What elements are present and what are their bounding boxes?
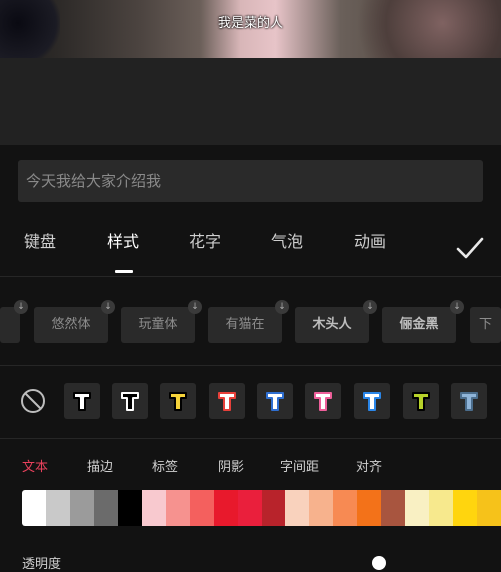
no-style-icon[interactable] [18,386,48,416]
color-swatch[interactable] [165,490,190,526]
subtab-label[interactable]: 标签 [152,456,178,475]
color-swatch[interactable] [405,490,430,526]
color-palette [22,490,501,526]
font-item[interactable]: 悠然体 [34,307,108,343]
text-t-icon [73,392,91,411]
tab-keyboard[interactable]: 键盘 [24,228,56,252]
download-icon: ↓ [363,300,377,314]
check-icon[interactable] [454,232,486,264]
tab-bubble[interactable]: 气泡 [271,228,303,252]
text-input[interactable]: 今天我给大家介绍我 [18,160,483,202]
font-item[interactable]: 木头人 [295,307,369,343]
text-style-preset[interactable] [64,383,100,419]
subtab-align[interactable]: 对齐 [356,456,382,475]
download-icon: ↓ [188,300,202,314]
text-t-icon [121,392,139,411]
color-swatch[interactable] [261,490,286,526]
video-subtitle[interactable]: 我是菜的人 [0,12,501,31]
download-icon: ↓ [101,300,115,314]
tab-fancy-text[interactable]: 花字 [189,228,221,252]
text-style-preset[interactable] [305,383,341,419]
text-style-preset[interactable] [160,383,196,419]
color-swatch[interactable] [93,490,118,526]
font-item[interactable]: 俪金黑 [382,307,456,343]
font-item[interactable]: 有猫在 [208,307,282,343]
text-t-icon [412,392,430,411]
text-t-icon [266,392,284,411]
text-t-icon [363,392,381,411]
opacity-label: 透明度 [22,557,62,572]
text-t-icon [218,392,236,411]
font-item[interactable]: 下 [470,307,501,343]
text-style-preset[interactable] [112,383,148,419]
download-icon: ↓ [450,300,464,314]
color-swatch[interactable] [69,490,94,526]
subtab-text[interactable]: 文本 [22,456,48,475]
color-swatch[interactable] [333,490,358,526]
color-swatch[interactable] [237,490,262,526]
subtab-letter-spacing[interactable]: 字间距 [280,456,319,475]
divider [0,438,501,439]
color-swatch[interactable] [285,490,310,526]
text-style-preset[interactable] [257,383,293,419]
download-icon: ↓ [275,300,289,314]
text-style-preset[interactable] [451,383,487,419]
text-t-icon [460,392,478,411]
tab-bar: 键盘 样式 花字 气泡 动画 [0,228,501,274]
color-swatch[interactable] [381,490,406,526]
tab-style[interactable]: 样式 [107,228,139,252]
text-t-icon [314,392,332,411]
text-style-preset[interactable] [403,383,439,419]
color-swatch[interactable] [453,490,478,526]
color-swatch[interactable] [117,490,142,526]
color-swatch[interactable] [45,490,70,526]
tab-animation[interactable]: 动画 [354,228,386,252]
active-tab-indicator [115,270,133,273]
color-swatch[interactable] [213,490,238,526]
color-swatch[interactable] [429,490,454,526]
color-swatch[interactable] [477,490,501,526]
color-swatch[interactable] [189,490,214,526]
color-swatch[interactable] [309,490,334,526]
divider [0,276,501,277]
divider [0,365,501,366]
text-style-preset[interactable] [209,383,245,419]
subtab-stroke[interactable]: 描边 [87,456,113,475]
download-icon: ↓ [14,300,28,314]
color-swatch[interactable] [357,490,382,526]
opacity-slider-handle[interactable] [372,556,386,570]
text-style-preset[interactable] [354,383,390,419]
subtab-shadow[interactable]: 阴影 [218,456,244,475]
color-swatch[interactable] [22,490,46,526]
color-swatch[interactable] [141,490,166,526]
text-t-icon [169,392,187,411]
font-item[interactable]: 玩童体 [121,307,195,343]
video-preview: 我是菜的人 [0,0,501,58]
preview-background [0,58,501,145]
